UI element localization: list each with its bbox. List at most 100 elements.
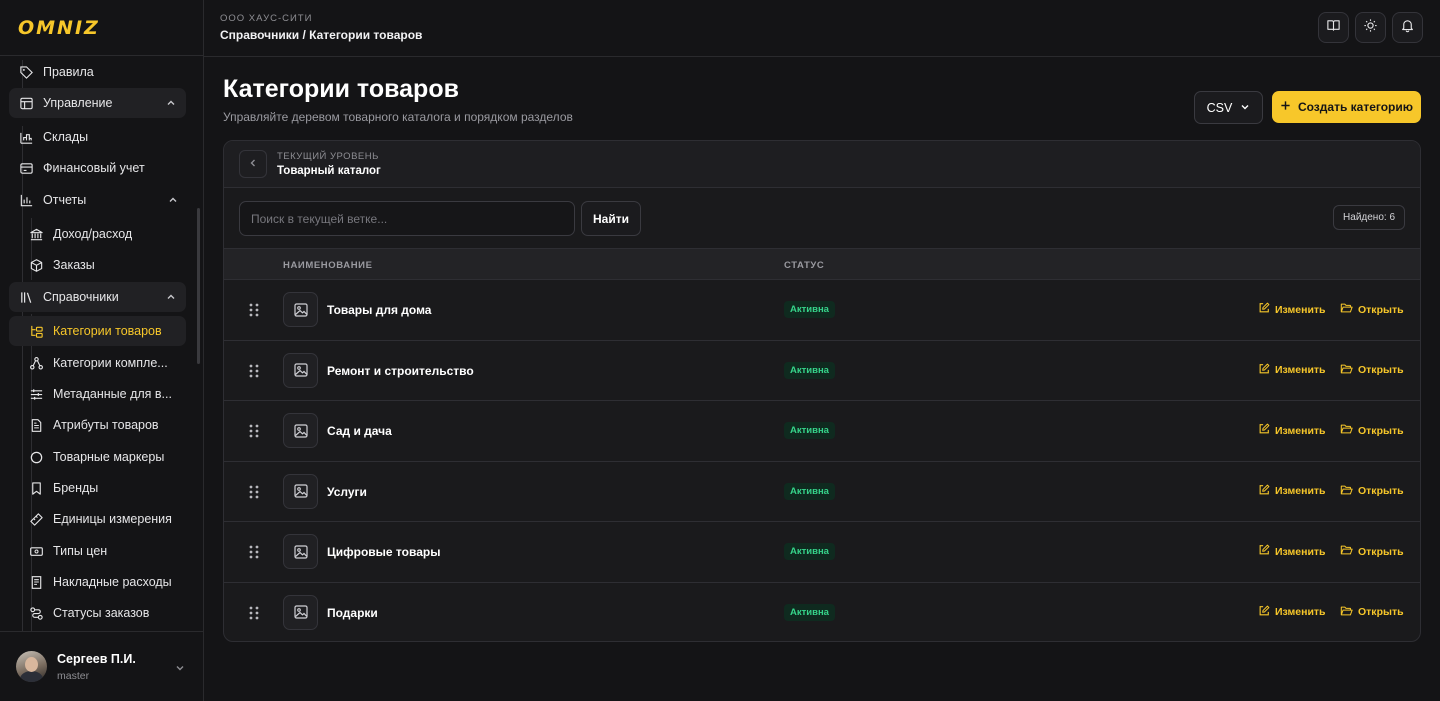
open-label: Открыть xyxy=(1358,606,1404,618)
open-label: Открыть xyxy=(1358,424,1404,437)
folder-open-icon xyxy=(1340,302,1353,317)
warehouse-icon xyxy=(18,129,34,145)
table-row[interactable]: Подарки Активна Изменить Открыть xyxy=(224,583,1420,642)
category-name[interactable]: Сад и дача xyxy=(327,424,392,438)
find-button[interactable]: Найти xyxy=(581,201,641,236)
open-button[interactable]: Открыть xyxy=(1340,605,1404,620)
table-body: Товары для дома Активна Изменить Открыть… xyxy=(224,280,1420,642)
route-icon xyxy=(28,605,44,621)
edit-button[interactable]: Изменить xyxy=(1258,605,1326,620)
sidebar-item-label: Управление xyxy=(43,96,113,110)
sidebar-item-label: Категории компле... xyxy=(53,356,168,370)
docs-button[interactable] xyxy=(1318,12,1349,43)
content: Категории товаров Управляйте деревом тов… xyxy=(204,57,1440,701)
chevron-up-icon[interactable] xyxy=(168,194,178,208)
sidebar-item-11[interactable]: Метаданные для в... xyxy=(28,379,188,409)
category-name[interactable]: Услуги xyxy=(327,485,367,499)
open-button[interactable]: Открыть xyxy=(1340,302,1404,317)
user-name: Сергеев П.И. xyxy=(57,651,136,666)
breadcrumb: Справочники / Категории товаров xyxy=(220,28,423,42)
edit-button[interactable]: Изменить xyxy=(1258,484,1326,499)
table-row[interactable]: Цифровые товары Активна Изменить Открыть xyxy=(224,522,1420,583)
sidebar-item-9[interactable]: Категории товаров xyxy=(9,316,186,346)
open-label: Открыть xyxy=(1358,485,1404,497)
folder-open-icon xyxy=(1340,544,1353,559)
folder-tree-icon xyxy=(28,323,44,339)
table-row[interactable]: Услуги Активна Изменить Открыть xyxy=(224,462,1420,522)
sliders-icon xyxy=(28,386,44,402)
category-name[interactable]: Подарки xyxy=(327,606,378,620)
notifications-button[interactable] xyxy=(1392,12,1423,43)
sidebar-item-18[interactable]: Статусы заказов xyxy=(28,598,188,628)
edit-label: Изменить xyxy=(1275,424,1326,437)
csv-export-button[interactable]: CSV xyxy=(1194,91,1263,124)
topbar: ООО ХАУС-СИТИ Справочники / Категории то… xyxy=(204,0,1440,57)
drag-handle-icon[interactable] xyxy=(247,363,261,384)
table-row[interactable]: Ремонт и строительство Активна Изменить … xyxy=(224,341,1420,401)
drag-handle-icon[interactable] xyxy=(247,423,261,444)
sidebar-item-label: Накладные расходы xyxy=(53,575,172,589)
edit-button[interactable]: Изменить xyxy=(1258,363,1326,378)
chevron-down-icon xyxy=(175,660,185,678)
sidebar-item-13[interactable]: Товарные маркеры xyxy=(28,442,188,472)
csv-label: CSV xyxy=(1206,100,1233,115)
sidebar-item-1[interactable]: Правила xyxy=(18,57,188,87)
sidebar-item-2[interactable]: Управление xyxy=(9,88,186,118)
chevron-up-icon[interactable] xyxy=(166,291,176,305)
drag-handle-icon[interactable] xyxy=(247,544,261,565)
table-row[interactable]: Сад и дача Активна Изменить Открыть xyxy=(224,401,1420,462)
sidebar-item-7[interactable]: Заказы xyxy=(28,250,188,280)
receipt-icon xyxy=(28,574,44,590)
image-placeholder-icon xyxy=(283,473,318,509)
sidebar-item-15[interactable]: Единицы измерения xyxy=(28,504,188,534)
sidebar-scrollbar[interactable] xyxy=(197,208,200,364)
search-input[interactable] xyxy=(239,201,575,236)
open-button[interactable]: Открыть xyxy=(1340,484,1404,499)
category-name[interactable]: Цифровые товары xyxy=(327,545,440,559)
sidebar-item-label: Склады xyxy=(43,130,89,144)
status-badge: Активна xyxy=(784,422,835,439)
sidebar-item-8[interactable]: Справочники xyxy=(9,282,186,312)
open-button[interactable]: Открыть xyxy=(1340,363,1404,378)
table-row[interactable]: Товары для дома Активна Изменить Открыть xyxy=(224,280,1420,341)
create-category-button[interactable]: Создать категорию xyxy=(1272,91,1421,123)
theme-toggle-button[interactable] xyxy=(1355,12,1386,43)
drag-handle-icon[interactable] xyxy=(247,484,261,505)
sidebar-item-label: Правила xyxy=(43,65,94,79)
edit-button[interactable]: Изменить xyxy=(1258,423,1326,438)
sidebar-item-10[interactable]: Категории компле... xyxy=(28,348,188,378)
sidebar-item-16[interactable]: Типы цен xyxy=(28,536,188,566)
logo[interactable]: OMNIZ xyxy=(0,0,203,56)
sidebar-item-14[interactable]: Бренды xyxy=(28,473,188,503)
level-value: Товарный каталог xyxy=(277,165,381,177)
sidebar-item-12[interactable]: Атрибуты товаров xyxy=(28,410,188,440)
network-icon xyxy=(28,355,44,371)
sidebar-item-label: Типы цен xyxy=(53,544,108,558)
open-button[interactable]: Открыть xyxy=(1340,544,1404,559)
user-role: master xyxy=(57,669,90,682)
sidebar-item-5[interactable]: Отчеты xyxy=(18,185,188,215)
open-button[interactable]: Открыть xyxy=(1340,423,1404,438)
back-button[interactable] xyxy=(239,150,267,178)
sidebar-item-17[interactable]: Накладные расходы xyxy=(28,567,188,597)
sidebar-item-6[interactable]: Доход/расход xyxy=(28,219,188,249)
table-header: НАИМЕНОВАНИЕ СТАТУС xyxy=(224,249,1420,280)
category-name[interactable]: Товары для дома xyxy=(327,303,431,317)
chevron-up-icon[interactable] xyxy=(166,97,176,111)
user-menu[interactable]: Сергеев П.И. master xyxy=(0,631,203,701)
sidebar-item-3[interactable]: Склады xyxy=(18,122,188,152)
edit-button[interactable]: Изменить xyxy=(1258,544,1326,559)
sidebar-item-4[interactable]: Финансовый учет xyxy=(18,153,188,183)
drag-handle-icon[interactable] xyxy=(247,302,261,323)
category-name[interactable]: Ремонт и строительство xyxy=(327,364,474,378)
sidebar: OMNIZ Правила Управление Склады Финансовый … xyxy=(0,0,204,701)
drag-handle-icon[interactable] xyxy=(247,605,261,626)
avatar xyxy=(16,651,47,682)
sidebar-item-label: Отчеты xyxy=(43,193,87,207)
edit-button[interactable]: Изменить xyxy=(1258,302,1326,317)
circle-icon xyxy=(28,449,44,465)
open-label: Открыть xyxy=(1358,364,1404,376)
search-row: Найти Найдено: 6 xyxy=(224,188,1420,249)
sidebar-item-label: Категории товаров xyxy=(53,324,162,338)
sidebar-item-label: Товарные маркеры xyxy=(53,450,165,464)
